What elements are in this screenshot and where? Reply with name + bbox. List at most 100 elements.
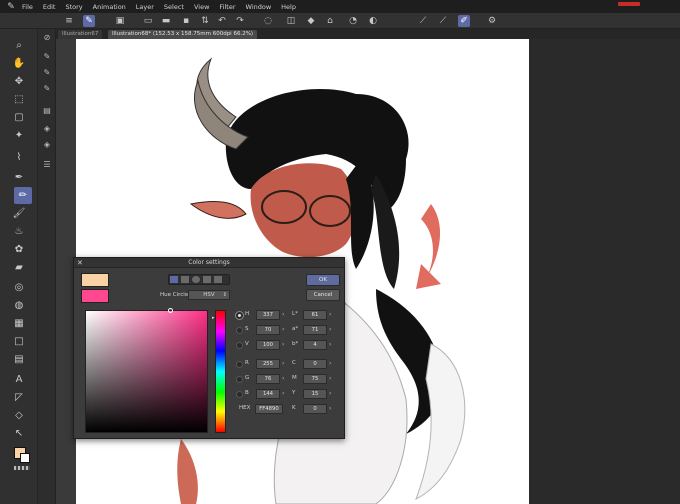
new-file-icon[interactable]: ▭ — [142, 15, 154, 27]
chevron-right-icon[interactable]: › — [282, 360, 284, 367]
hex-field[interactable]: FF4890 — [255, 404, 283, 414]
rgb-g-field[interactable]: 76 — [256, 374, 280, 384]
selection-icon[interactable]: ▢ — [0, 109, 38, 126]
operation-icon[interactable]: ⬚ — [0, 91, 38, 108]
menu-animation[interactable]: Animation — [93, 3, 126, 11]
pen-pressure-icon[interactable]: ⟋ — [437, 15, 449, 27]
menu-filter[interactable]: Filter — [219, 3, 235, 11]
chevron-right-icon[interactable]: › — [329, 341, 331, 348]
color-mode-dropdown[interactable]: HSV ⇕ — [188, 290, 230, 300]
close-icon[interactable]: ✕ — [77, 258, 83, 268]
sub-color-swatch[interactable] — [20, 453, 30, 463]
rgb-b-radio[interactable] — [236, 391, 243, 398]
undo-icon[interactable]: ↶ — [216, 15, 228, 27]
balloon-icon[interactable]: ◸ — [0, 389, 38, 406]
blend-icon[interactable]: ◎ — [0, 279, 38, 296]
menu-story[interactable]: Story — [65, 3, 82, 11]
hand-icon[interactable]: ✋ — [0, 55, 38, 72]
menu-window[interactable]: Window — [246, 3, 272, 11]
mode-circle-icon[interactable] — [192, 276, 200, 283]
menu-edit[interactable]: Edit — [43, 3, 56, 11]
menu-layer[interactable]: Layer — [136, 3, 154, 11]
open-folder-icon[interactable]: ▬ — [160, 15, 172, 27]
hsv-s-radio[interactable] — [236, 327, 243, 334]
ruler-icon[interactable]: ⟋ — [417, 15, 429, 27]
eraser-icon[interactable]: ▰ — [0, 259, 38, 276]
chevron-right-icon[interactable]: › — [329, 375, 331, 382]
subtool-pencil-icon[interactable]: ✎ — [41, 67, 53, 79]
airbrush-icon[interactable]: ♨ — [0, 223, 38, 240]
pen-icon[interactable]: ✐ — [458, 15, 470, 27]
move-icon[interactable]: ✥ — [0, 73, 38, 90]
rgb-r-radio[interactable] — [236, 361, 243, 368]
tab-illustration67[interactable]: Illustration67 — [58, 30, 103, 39]
cmyk-y-field[interactable]: 15 — [303, 389, 327, 399]
redo-icon[interactable]: ↷ — [234, 15, 246, 27]
tab-illustration68[interactable]: Illustration68* (152.53 x 158.75mm 600dp… — [108, 30, 258, 39]
magic-wand-icon[interactable]: ✦ — [0, 127, 38, 144]
chevron-right-icon[interactable]: › — [329, 405, 331, 412]
hsv-v-field[interactable]: 100 — [256, 340, 280, 350]
eyedropper-icon[interactable]: ⌇ — [0, 149, 38, 166]
menu-select[interactable]: Select — [164, 3, 184, 11]
fill-bucket-icon[interactable]: ◆ — [305, 15, 317, 27]
edit-brush-icon[interactable]: ✎ — [83, 15, 95, 27]
rgb-g-radio[interactable] — [236, 376, 243, 383]
brush-icon[interactable]: 🖌 — [0, 205, 38, 222]
hamburger-icon[interactable]: ≡ — [63, 15, 75, 27]
chevron-right-icon[interactable]: › — [282, 311, 284, 318]
mode-triangle-icon[interactable] — [181, 276, 189, 283]
lab-l-field[interactable]: 61 — [303, 310, 327, 320]
saturation-value-picker[interactable] — [85, 308, 208, 433]
chevron-right-icon[interactable]: › — [282, 341, 284, 348]
grid-icon[interactable]: ▣ — [114, 15, 126, 27]
stroke-icon[interactable]: ◔ — [347, 15, 359, 27]
close-panel-icon[interactable]: ⊘ — [41, 32, 53, 44]
cancel-button[interactable]: Cancel — [306, 289, 340, 301]
hsv-s-field[interactable]: 70 — [256, 325, 280, 335]
menu-file[interactable]: File — [22, 3, 33, 11]
rgb-r-field[interactable]: 255 — [256, 359, 280, 369]
chevron-right-icon[interactable]: › — [282, 390, 284, 397]
transform-icon[interactable]: ⌂ — [324, 15, 336, 27]
lab-b-field[interactable]: 4 — [303, 340, 327, 350]
transparent-color-swatch[interactable] — [14, 466, 30, 470]
chevron-right-icon[interactable]: › — [329, 360, 331, 367]
mode-bar-icon[interactable] — [203, 276, 211, 283]
lab-a-field[interactable]: 71 — [303, 325, 327, 335]
arrows-updown-icon[interactable]: ⇅ — [199, 15, 211, 27]
zoom-icon[interactable]: ⌕ — [0, 37, 38, 54]
cmyk-m-field[interactable]: 75 — [303, 374, 327, 384]
decoration-icon[interactable]: ✿ — [0, 241, 38, 258]
lasso-icon[interactable]: ◌ — [262, 15, 274, 27]
figure-icon[interactable]: □ — [0, 333, 38, 350]
chevron-right-icon[interactable]: › — [282, 326, 284, 333]
settings-icon[interactable]: ⚙ — [486, 15, 498, 27]
mode-palette-icon[interactable] — [214, 276, 222, 283]
shape-icon[interactable]: ◐ — [367, 15, 379, 27]
subtool-pen-icon[interactable]: ✎ — [41, 51, 53, 63]
menu-view[interactable]: View — [194, 3, 209, 11]
pen-tool-icon[interactable]: ✒ — [0, 169, 38, 186]
subtool-stack-icon[interactable]: ◈ — [41, 139, 53, 151]
ok-button[interactable]: OK — [306, 274, 340, 286]
pencil-tool-icon[interactable]: ✏ — [14, 187, 32, 204]
subtool-layer-icon[interactable]: ◈ — [41, 123, 53, 135]
chevron-right-icon[interactable]: › — [329, 311, 331, 318]
correct-line-icon[interactable]: ↖ — [0, 425, 38, 442]
cmyk-c-field[interactable]: 0 — [303, 359, 327, 369]
text-icon[interactable]: A — [0, 371, 38, 388]
deselect-icon[interactable]: ◫ — [285, 15, 297, 27]
hue-slider-handle[interactable]: ▸ — [212, 315, 215, 321]
subtool-doc-icon[interactable]: ▤ — [41, 105, 53, 117]
hsv-v-radio[interactable] — [236, 342, 243, 349]
hsv-h-field[interactable]: 337 — [256, 310, 280, 320]
fill-icon[interactable]: ◍ — [0, 297, 38, 314]
subtool-marker-icon[interactable]: ✎ — [41, 83, 53, 95]
save-icon[interactable]: ▪ — [180, 15, 192, 27]
cmyk-k-field[interactable]: 0 — [303, 404, 327, 414]
picker-cursor[interactable] — [168, 308, 173, 313]
chevron-right-icon[interactable]: › — [329, 390, 331, 397]
menu-help[interactable]: Help — [281, 3, 296, 11]
gradient-icon[interactable]: ▦ — [0, 315, 38, 332]
